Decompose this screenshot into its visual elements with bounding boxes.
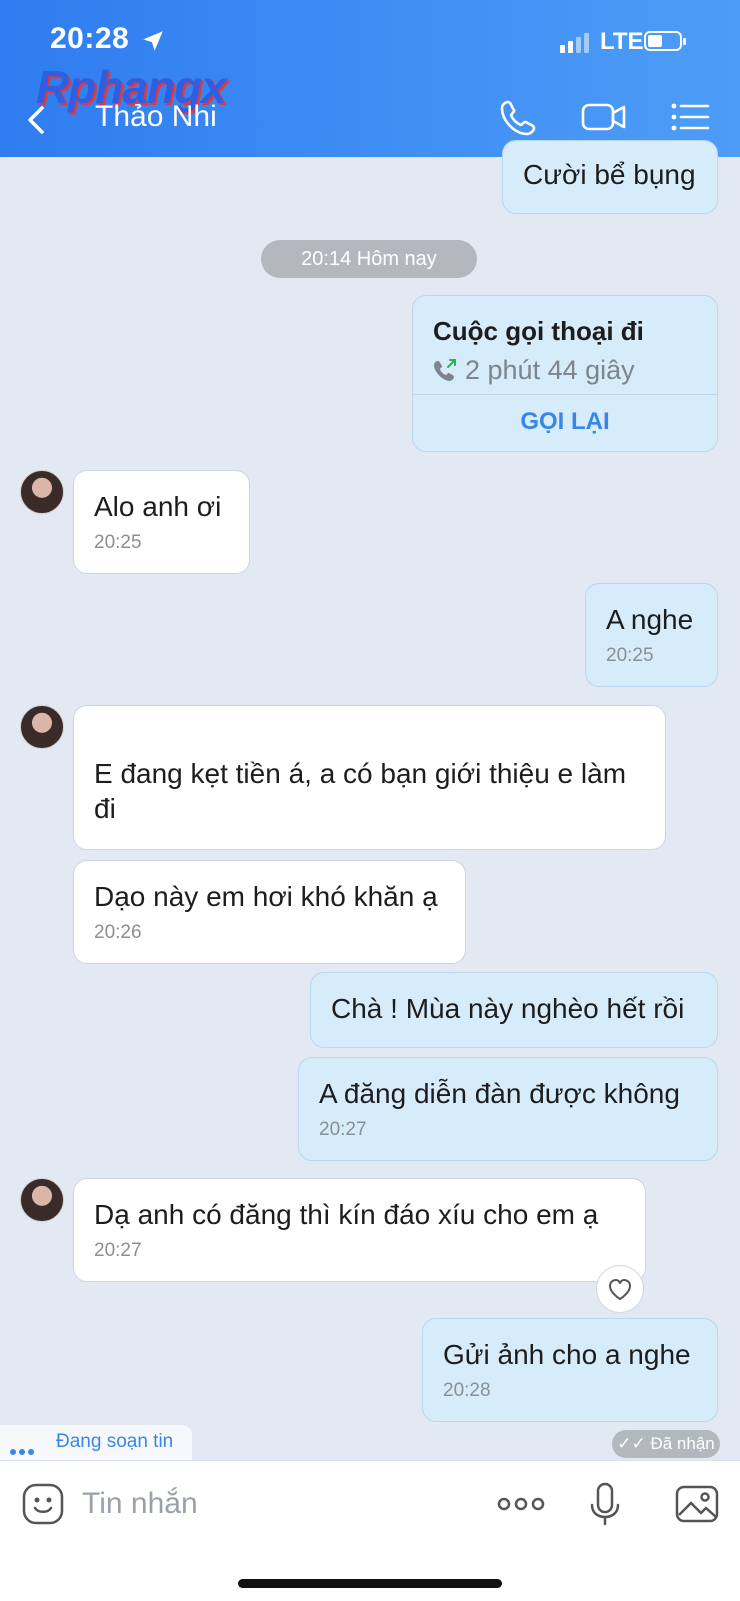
typing-indicator: Đang soạn tin [0, 1425, 192, 1461]
message-bubble-outgoing[interactable]: Cười bể bụng [502, 140, 718, 214]
call-title: Cuộc gọi thoại đi [433, 316, 644, 346]
message-text: A nghe [606, 604, 694, 635]
message-bubble-incoming[interactable]: Alo anh ơi 20:25 [73, 470, 250, 574]
outgoing-call-icon [434, 359, 456, 381]
microphone-icon[interactable] [582, 1481, 628, 1527]
message-bubble-outgoing[interactable]: A nghe 20:25 [585, 583, 718, 687]
date-separator: 20:14 Hôm nay [261, 240, 477, 278]
location-arrow-icon [143, 31, 163, 51]
video-call-icon[interactable] [580, 96, 628, 138]
typing-dots-icon [10, 1442, 37, 1460]
message-text: A đăng diễn đàn được không [319, 1078, 680, 1109]
message-text: E đang kẹt tiền á, a có bạn giới thiệu e… [94, 758, 627, 824]
menu-list-icon[interactable] [670, 96, 710, 138]
contact-avatar[interactable] [20, 470, 64, 514]
contact-avatar[interactable] [20, 705, 64, 749]
message-time: 20:25 [94, 532, 142, 553]
message-text: Cười bể bụng [523, 159, 696, 190]
message-input[interactable]: Tin nhắn [82, 1487, 198, 1521]
message-time: 20:28 [443, 1380, 491, 1401]
call-log-card[interactable]: Cuộc gọi thoại đi 2 phút 44 giây GỌI LẠI [412, 295, 718, 452]
call-divider [413, 394, 717, 395]
contact-name[interactable]: Thảo Nhi [95, 100, 217, 134]
call-duration-row: 2 phút 44 giây [433, 355, 644, 386]
message-time: 20:25 [606, 645, 654, 666]
delivery-status-text: Đã nhận [650, 1434, 715, 1453]
message-text: Dạo này em hơi khó khăn ạ [94, 881, 438, 912]
delivery-status-badge: ✓✓ Đã nhận [612, 1430, 720, 1458]
reaction-button[interactable] [596, 1265, 644, 1313]
battery-icon [644, 31, 686, 51]
double-check-icon: ✓✓ [617, 1434, 646, 1453]
message-time: 20:26 [94, 922, 142, 943]
message-text: Gửi ảnh cho a nghe [443, 1339, 691, 1370]
message-bubble-outgoing[interactable]: A đăng diễn đàn được không 20:27 [298, 1057, 718, 1161]
message-text: Chà ! Mùa này nghèo hết rồi [331, 993, 685, 1024]
emoji-icon[interactable] [20, 1481, 66, 1527]
message-time: 20:27 [319, 1119, 367, 1140]
message-text: Dạ anh có đăng thì kín đáo xíu cho em ạ [94, 1199, 599, 1230]
callback-button[interactable]: GỌI LẠI [413, 408, 717, 436]
typing-text: Đang soạn tin [56, 1431, 174, 1452]
message-time: 20:27 [94, 1240, 142, 1261]
phone-icon[interactable] [498, 96, 540, 138]
back-chevron-icon[interactable] [22, 100, 52, 140]
call-duration: 2 phút 44 giây [465, 355, 635, 385]
message-bubble-incoming[interactable]: E đang kẹt tiền á, a có bạn giới thiệu e… [73, 705, 666, 850]
home-indicator[interactable] [238, 1579, 502, 1588]
message-bubble-outgoing[interactable]: Gửi ảnh cho a nghe 20:28 [422, 1318, 718, 1422]
contact-avatar[interactable] [20, 1178, 64, 1222]
message-bubble-outgoing[interactable]: Chà ! Mùa này nghèo hết rồi [310, 972, 718, 1048]
network-type: LTE [600, 28, 644, 55]
message-text: Alo anh ơi [94, 491, 222, 522]
message-composer: Tin nhắn [0, 1460, 740, 1601]
message-bubble-incoming[interactable]: Dạ anh có đăng thì kín đáo xíu cho em ạ … [73, 1178, 646, 1282]
heart-icon [609, 1279, 631, 1300]
more-options-icon[interactable] [496, 1481, 546, 1527]
image-icon[interactable] [674, 1481, 720, 1527]
status-time: 20:28 [50, 22, 130, 55]
chat-header: 20:28 LTE Rphangx Thảo Nhi [0, 0, 740, 157]
message-bubble-incoming[interactable]: Dạo này em hơi khó khăn ạ 20:26 [73, 860, 466, 964]
